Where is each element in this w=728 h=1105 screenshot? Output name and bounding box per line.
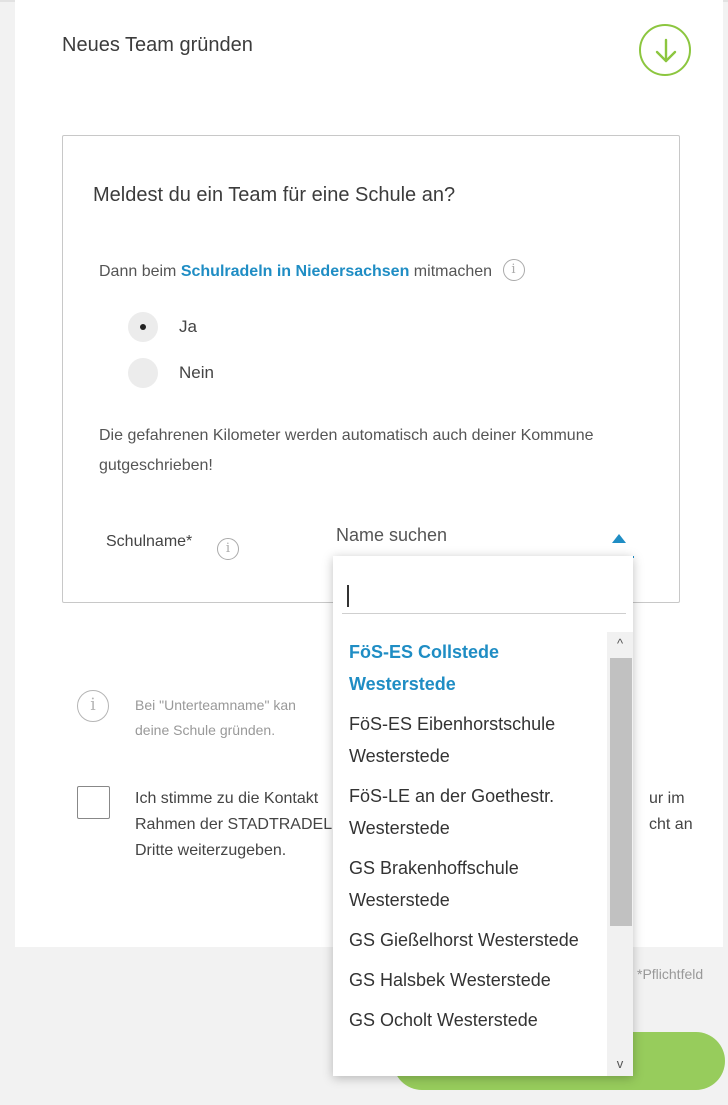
scroll-down-icon[interactable]: v (607, 1052, 633, 1076)
radio-label-nein: Nein (179, 363, 214, 382)
schulradeln-intro: Dann beim Schulradeln in Niedersachsen m… (99, 259, 525, 283)
scroll-up-icon[interactable]: ^ (607, 632, 633, 656)
schulradeln-link[interactable]: Schulradeln in Niedersachsen (181, 263, 410, 280)
subteam-hint: Bei "Unterteamname" kan deine Schule grü… (135, 697, 296, 738)
intro-prefix: Dann beim (99, 263, 181, 281)
school-question: Meldest du ein Team für eine Schule an? (93, 184, 456, 206)
caret-up-icon[interactable] (612, 534, 626, 543)
dropdown-option[interactable]: GS Ocholt Westerstede (333, 1000, 605, 1040)
school-select-placeholder: Name suchen (336, 525, 448, 545)
dropdown-scrollbar[interactable]: ^ v (607, 632, 633, 1076)
school-dropdown: FöS-ES Collstede Westerstede FöS-ES Eibe… (333, 556, 633, 1076)
school-name-label: Schulname* (106, 533, 193, 550)
dropdown-option[interactable]: FöS-ES Eibenhorstschule Westerstede (333, 704, 605, 776)
scrollbar-thumb[interactable] (610, 658, 632, 926)
school-team-panel: Meldest du ein Team für eine Schule an? … (62, 135, 680, 603)
consent-text-end: ur im cht an (649, 790, 693, 833)
text-cursor (347, 585, 349, 607)
radio-label-ja: Ja (179, 317, 197, 336)
info-icon: i (77, 690, 109, 722)
radio-button-ja[interactable] (128, 312, 158, 342)
radio-option-ja[interactable]: Ja (128, 312, 197, 342)
radio-option-nein[interactable]: Nein (128, 358, 214, 388)
school-name-select[interactable]: Name suchen (334, 522, 634, 558)
kilometer-note: Die gefahrenen Kilometer werden automati… (99, 427, 594, 474)
info-icon[interactable]: i (217, 538, 239, 560)
required-field-note: *Pflichtfeld (637, 966, 704, 982)
dropdown-option[interactable]: GS Halsbek Westerstede (333, 960, 605, 1000)
dropdown-option[interactable]: GS Brakenhoffschule Westerstede (333, 848, 605, 920)
radio-button-nein[interactable] (128, 358, 158, 388)
intro-suffix: mitmachen (409, 263, 493, 281)
arrow-down-circle-icon (655, 38, 677, 63)
dropdown-option[interactable]: FöS-LE an der Goethestr. Westerstede (333, 776, 605, 848)
dropdown-search-input[interactable] (342, 570, 626, 614)
dropdown-options: FöS-ES Collstede Westerstede FöS-ES Eibe… (333, 632, 605, 1040)
page-title: Neues Team gründen (62, 34, 253, 56)
info-icon[interactable]: i (502, 259, 525, 281)
consent-checkbox[interactable] (77, 786, 110, 819)
download-button[interactable] (639, 24, 691, 76)
dropdown-search (333, 556, 633, 630)
dropdown-option[interactable]: GS Gießelhorst Westerstede (333, 920, 605, 960)
dropdown-option[interactable]: FöS-ES Collstede Westerstede (333, 632, 605, 704)
